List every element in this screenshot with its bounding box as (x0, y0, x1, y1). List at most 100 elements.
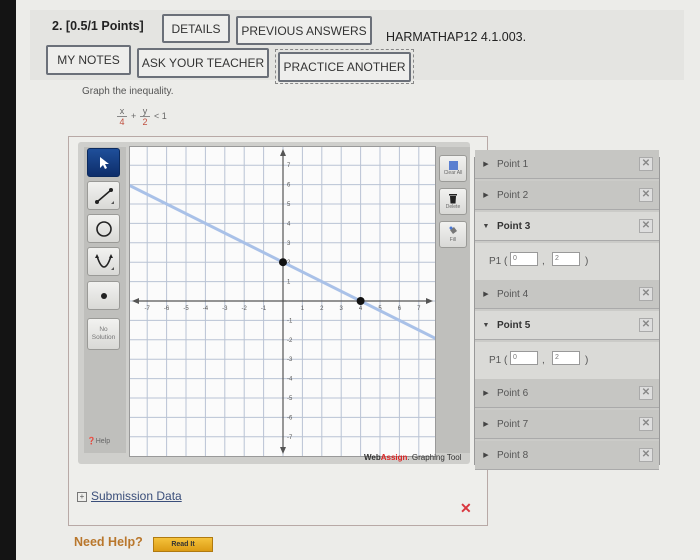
my-notes-button[interactable]: MY NOTES (46, 45, 131, 75)
need-help-label: Need Help? (74, 535, 143, 549)
graph-canvas[interactable]: -7 -6 -5 -4 -3 -2 -1 1 2 3 4 5 6 7 -7 -6 -5 -4 -3 -2 -1 1 2 3 4 5… (126, 146, 440, 457)
x-tick-label: -4 (203, 306, 209, 312)
expand-icon[interactable]: + (77, 492, 87, 502)
remove-point-icon[interactable]: ✕ (639, 219, 653, 233)
no-solution-label: No Solution (92, 326, 116, 342)
question-points: 2. [0.5/1 Points] (52, 19, 144, 33)
brand-rest: . Graphing Tool (407, 453, 462, 462)
point-editor: P1 (0, 2) (475, 342, 659, 381)
expand-arrow-icon[interactable]: ▶ (475, 290, 497, 298)
x-axis-left-arrow (132, 298, 139, 304)
clear-all-icon (448, 161, 458, 170)
plotted-point (356, 297, 365, 305)
point-row[interactable]: ▶ Point 2 ✕ (475, 181, 659, 210)
point-row[interactable]: ▶ Point 8 ✕ (475, 441, 659, 470)
coordinate-grid[interactable]: -7 -6 -5 -4 -3 -2 -1 1 2 3 4 5 6 7-7-6-5-4-3-2-112345… (126, 147, 440, 456)
remove-point-icon[interactable]: ✕ (639, 287, 653, 301)
clear-all-button[interactable]: Clear All (439, 155, 467, 182)
point-label: Point 8 (497, 449, 529, 461)
help-label: Help (95, 438, 111, 445)
read-it-button[interactable]: Read It (153, 537, 213, 552)
clear-all-label: Clear All (443, 170, 463, 176)
close-paren: ) (585, 355, 589, 366)
y-tick-label: 3 (287, 241, 291, 247)
point-row[interactable]: ▼ Point 3 ✕ (475, 212, 659, 241)
x-tick-label: 7 (417, 306, 421, 312)
delete-button[interactable]: Delete (439, 188, 467, 215)
numerator: x (119, 106, 125, 116)
point-label: Point 2 (497, 189, 529, 201)
trash-icon (449, 194, 457, 204)
expand-arrow-icon[interactable]: ▶ (475, 160, 497, 168)
parabola-tool-button[interactable] (87, 247, 120, 276)
remove-point-icon[interactable]: ✕ (639, 417, 653, 431)
point-label: Point 7 (497, 418, 529, 430)
point-editor: P1 (0, 2) (475, 243, 659, 282)
point-label: Point 4 (497, 288, 529, 300)
close-paren: ) (585, 256, 589, 267)
expand-arrow-icon[interactable]: ▶ (475, 420, 497, 428)
fill-button[interactable]: Fill (439, 221, 467, 248)
select-tool-button[interactable] (87, 148, 120, 177)
screen-edge (0, 0, 16, 560)
submission-data-link[interactable]: Submission Data (91, 489, 182, 503)
y-tick-label: -7 (287, 435, 293, 441)
x-axis-right-arrow (426, 298, 433, 304)
practice-another-button[interactable]: PRACTICE ANOTHER (278, 52, 411, 82)
point-label: Point 5 (497, 319, 531, 331)
p1-label: P1 ( (489, 355, 508, 366)
x-coordinate-input[interactable]: 0 (510, 351, 538, 365)
delete-label: Delete (445, 204, 461, 210)
fraction-x-over-4: x 4 (117, 106, 127, 127)
y-tick-label: -1 (287, 318, 293, 324)
point-row[interactable]: ▶ Point 7 ✕ (475, 410, 659, 439)
point-tool-button[interactable] (87, 281, 120, 310)
point-tool-icon (100, 292, 107, 299)
y-tick-label: 6 (287, 183, 291, 189)
x-tick-label: -2 (242, 306, 248, 312)
x-tick-label: -1 (261, 306, 267, 312)
expand-arrow-icon[interactable]: ▶ (475, 389, 497, 397)
point-row[interactable]: ▶ Point 6 ✕ (475, 379, 659, 408)
y-tick-label: 7 (287, 163, 291, 169)
y-coordinate-input[interactable]: 2 (552, 252, 580, 266)
expand-arrow-icon[interactable]: ▶ (475, 191, 497, 199)
x-coordinate-input[interactable]: 0 (510, 252, 538, 266)
x-tick-label: 2 (320, 306, 324, 312)
no-solution-line2: Solution (91, 334, 116, 341)
remove-point-icon[interactable]: ✕ (639, 318, 653, 332)
remove-point-icon[interactable]: ✕ (639, 448, 653, 462)
no-solution-button[interactable]: No Solution (87, 318, 120, 350)
numerator: y (142, 106, 148, 116)
expand-arrow-icon[interactable]: ▶ (475, 451, 497, 459)
inequality-relation: < 1 (154, 111, 167, 121)
remove-point-icon[interactable]: ✕ (639, 188, 653, 202)
no-solution-line1: No (99, 326, 108, 333)
parabola-tool-icon (94, 253, 114, 270)
circle-tool-button[interactable] (87, 214, 120, 243)
point-row[interactable]: ▶ Point 4 ✕ (475, 280, 659, 309)
x-tick-label: 6 (398, 306, 402, 312)
x-tick-label: 4 (359, 306, 363, 312)
help-icon: ❓ (87, 438, 96, 445)
comma: , (542, 355, 545, 366)
brand-assign: Assign (380, 453, 408, 462)
help-link[interactable]: ❓Help (87, 437, 110, 445)
x-tick-label: -7 (145, 306, 151, 312)
point-row[interactable]: ▼ Point 5 ✕ (475, 311, 659, 340)
details-button[interactable]: DETAILS (162, 14, 230, 43)
webassign-brand: WebAssign. Graphing Tool (364, 453, 462, 462)
ask-teacher-button[interactable]: ASK YOUR TEACHER (137, 48, 269, 78)
line-tool-button[interactable] (87, 181, 120, 210)
y-tick-label: -5 (287, 396, 293, 402)
collapse-arrow-icon[interactable]: ▼ (475, 223, 497, 230)
y-tick-label: -4 (287, 377, 293, 383)
collapse-arrow-icon[interactable]: ▼ (475, 322, 497, 329)
previous-answers-button[interactable]: PREVIOUS ANSWERS (236, 16, 372, 45)
remove-point-icon[interactable]: ✕ (639, 157, 653, 171)
y-coordinate-input[interactable]: 2 (552, 351, 580, 365)
incorrect-icon: ✕ (460, 500, 472, 516)
x-tick-label: 1 (301, 306, 305, 312)
remove-point-icon[interactable]: ✕ (639, 386, 653, 400)
point-row[interactable]: ▶ Point 1 ✕ (475, 150, 659, 179)
